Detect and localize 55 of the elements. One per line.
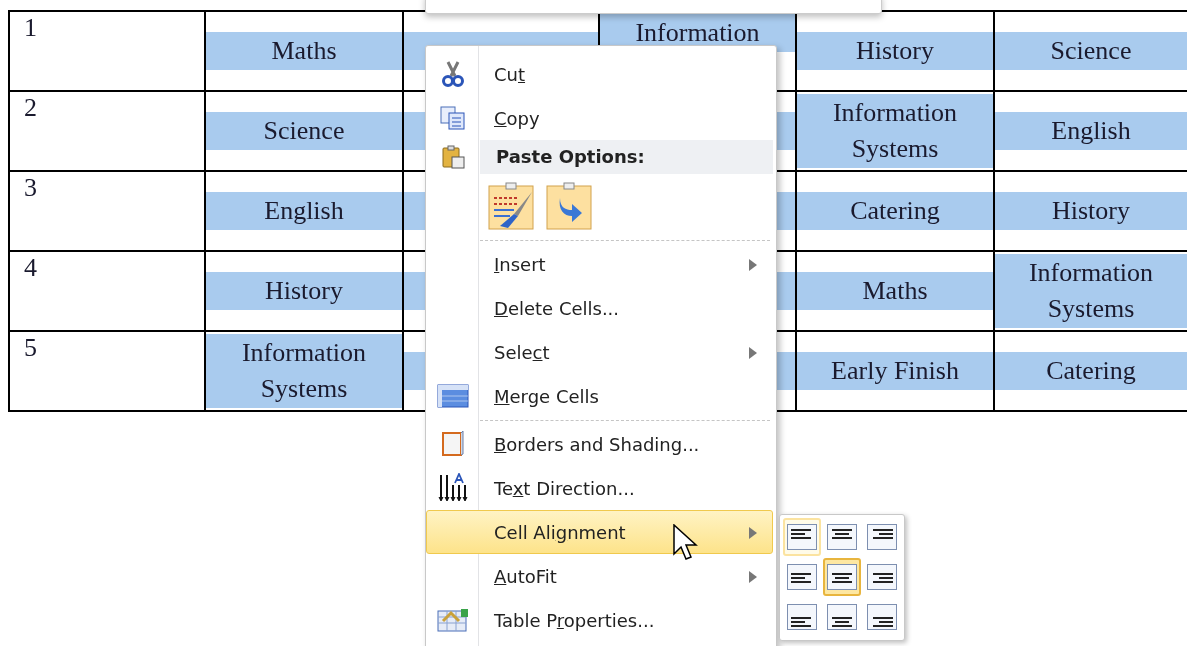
submenu-arrow-icon xyxy=(749,527,757,539)
clipboard-brush-icon[interactable] xyxy=(488,182,536,230)
menu-item[interactable]: Select xyxy=(426,330,773,374)
submenu-arrow-icon xyxy=(749,571,757,583)
paste-options-header: Paste Options: xyxy=(480,140,773,174)
align-icon xyxy=(827,524,857,550)
submenu-arrow-icon xyxy=(749,259,757,271)
clipboard-icon xyxy=(440,144,466,170)
align-icon xyxy=(827,604,857,630)
text-direction-icon xyxy=(437,473,468,503)
table-cell-text: History xyxy=(206,272,402,310)
menu-item[interactable]: Cell Alignment xyxy=(426,510,773,554)
table-cell-text: Maths xyxy=(797,272,993,310)
table-cell-text: Catering xyxy=(995,352,1187,390)
mouse-pointer-icon xyxy=(673,524,699,562)
copy-icon xyxy=(438,105,467,131)
row-number: 3 xyxy=(23,172,37,202)
scissors-icon xyxy=(441,60,464,88)
menu-item[interactable]: Table Properties... xyxy=(426,598,773,642)
table-icon xyxy=(436,383,469,409)
table-cell-text: Science xyxy=(206,112,402,150)
align-button[interactable] xyxy=(823,558,861,596)
align-icon xyxy=(867,604,897,630)
table-cell-text: Information Systems xyxy=(797,94,993,168)
row-number: 1 xyxy=(23,12,37,42)
align-icon xyxy=(867,564,897,590)
align-icon xyxy=(867,524,897,550)
align-icon xyxy=(787,604,817,630)
table-cell-text: History xyxy=(797,32,993,70)
table-cell-text: Information Systems xyxy=(206,334,402,408)
menu-item[interactable]: Delete Cells... xyxy=(426,286,773,330)
menu-item[interactable]: Copy xyxy=(426,96,773,140)
table-cell-text: English xyxy=(206,192,402,230)
table-properties-icon xyxy=(436,607,469,633)
menu-item[interactable]: Merge Cells xyxy=(426,374,773,418)
table-cell-text: Science xyxy=(995,32,1187,70)
submenu-arrow-icon xyxy=(749,347,757,359)
menu-item[interactable]: Cut xyxy=(426,52,773,96)
row-number: 5 xyxy=(23,332,37,362)
table-cell-text: Catering xyxy=(797,192,993,230)
table-cell-text: Information Systems xyxy=(995,254,1187,328)
menu-item[interactable]: Insert xyxy=(426,242,773,286)
border-icon xyxy=(440,430,465,458)
align-icon xyxy=(827,564,857,590)
table-cell-text: English xyxy=(995,112,1187,150)
table-cell-text: Early Finish xyxy=(797,352,993,390)
menu-item[interactable]: Borders and Shading... xyxy=(426,422,773,466)
table-cell-text: History xyxy=(995,192,1187,230)
align-icon xyxy=(787,564,817,590)
menu-item[interactable]: AutoFit xyxy=(426,554,773,598)
menu-item[interactable]: Text Direction... xyxy=(426,466,773,510)
row-number: 2 xyxy=(23,92,37,122)
align-icon xyxy=(787,524,817,550)
table-cell-text: Maths xyxy=(206,32,402,70)
row-number: 4 xyxy=(23,252,37,282)
